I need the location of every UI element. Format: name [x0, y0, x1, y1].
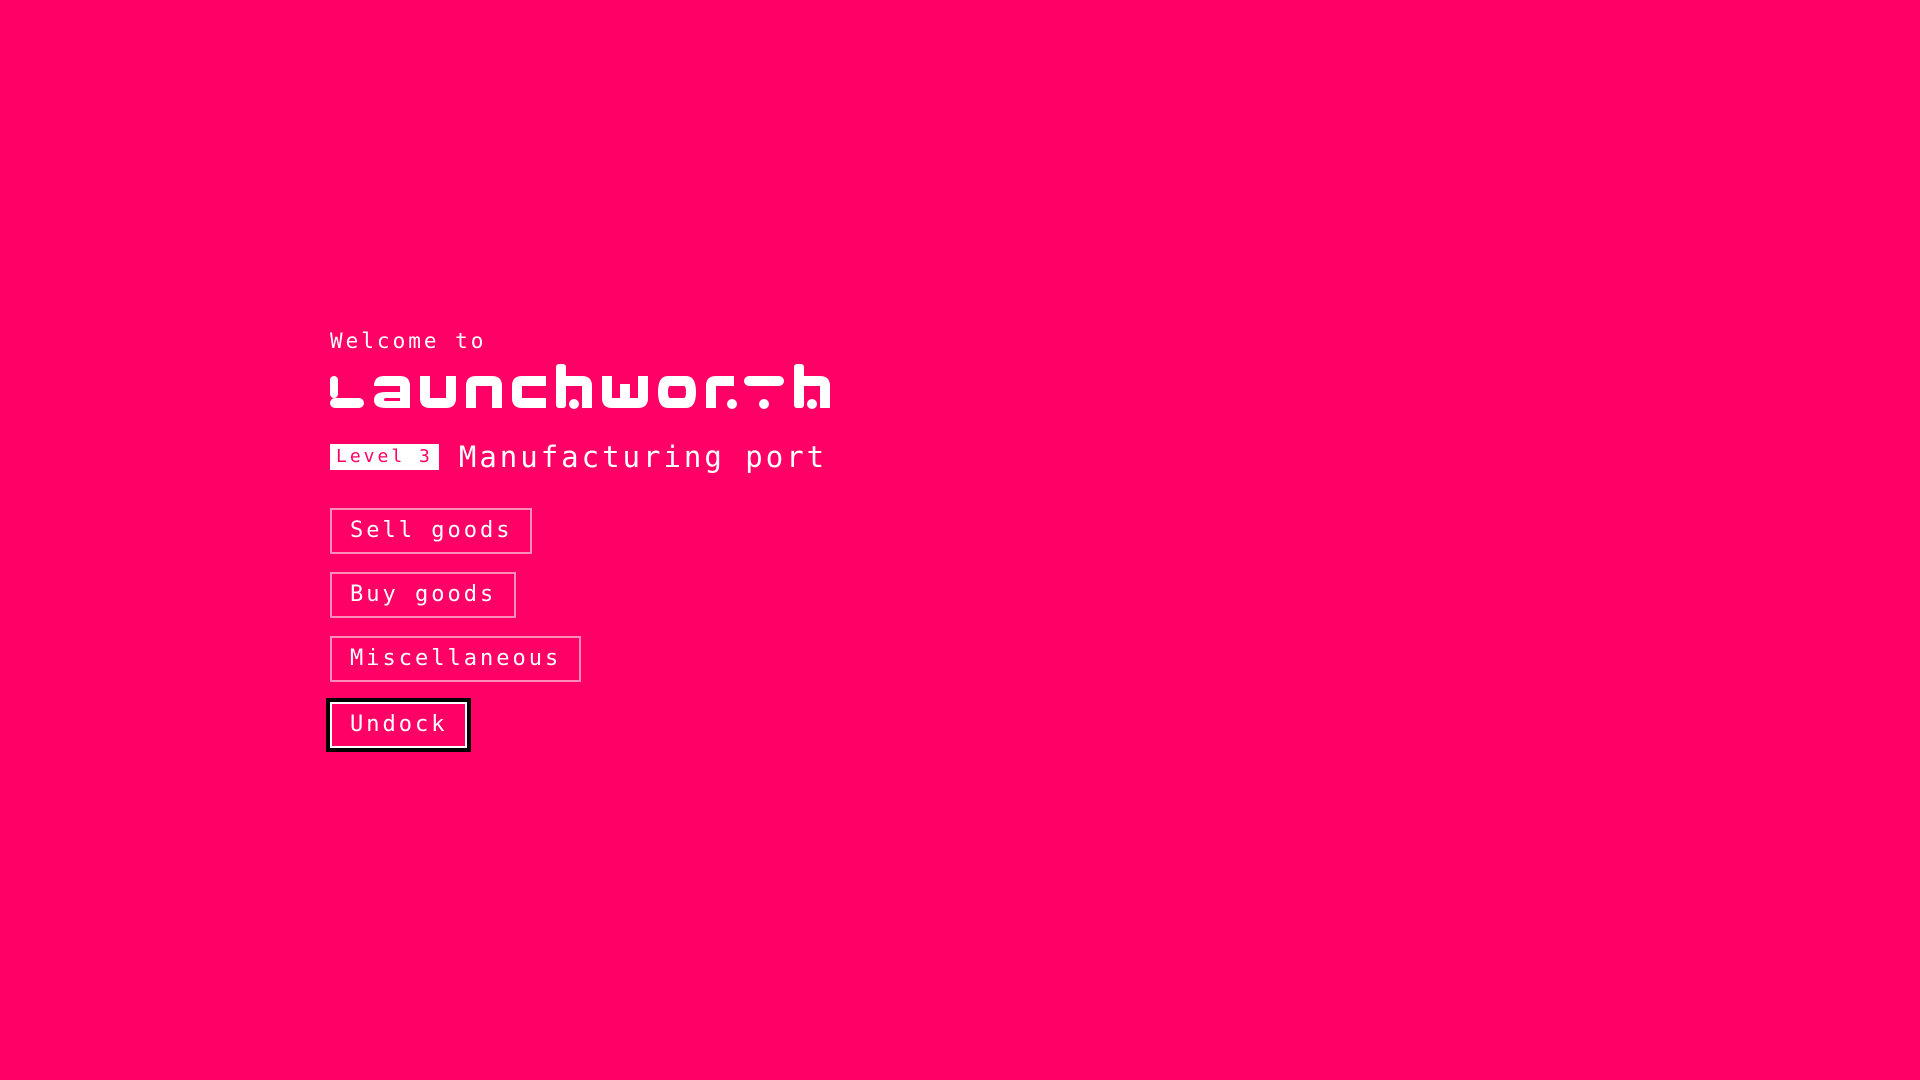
sell-goods-button[interactable]: Sell goods: [330, 508, 533, 554]
port-info: Level 3 Manufacturing port: [330, 440, 881, 474]
undock-button[interactable]: Undock: [325, 698, 472, 752]
dock-screen: Welcome to launchworth: [0, 0, 1920, 1080]
dock-menu: Sell goods Buy goods Miscellaneous Undoc…: [325, 508, 881, 766]
miscellaneous-button[interactable]: Miscellaneous: [330, 636, 582, 682]
port-type-label: Manufacturing port: [458, 440, 828, 474]
buy-goods-button[interactable]: Buy goods: [330, 572, 517, 618]
game-logo: launchworth: [330, 364, 830, 409]
welcome-text: Welcome to: [330, 329, 487, 353]
dock-panel: Welcome to launchworth: [325, 328, 881, 766]
level-badge: Level 3: [330, 444, 439, 470]
